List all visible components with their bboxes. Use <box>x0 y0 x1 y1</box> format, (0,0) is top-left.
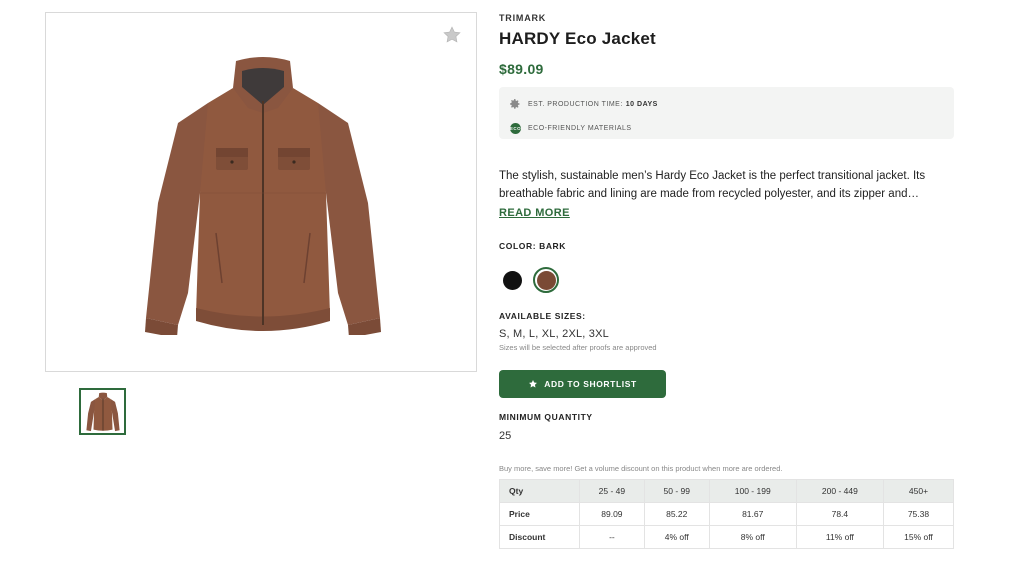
color-label: COLOR: BARK <box>499 241 567 251</box>
table-cell: 85.22 <box>643 502 710 526</box>
swatch-bark-fill <box>536 270 556 290</box>
favorite-star-icon[interactable] <box>442 25 462 45</box>
add-to-shortlist-button[interactable]: ADD TO SHORTLIST <box>499 370 666 398</box>
sizes-list: S, M, L, XL, 2XL, 3XL <box>499 328 609 340</box>
table-cell: -- <box>579 525 645 549</box>
product-info: TRIMARK HARDY Eco Jacket $89.09 EST. PRO… <box>499 10 955 549</box>
table-cell: 89.09 <box>579 502 645 526</box>
sizes-note: Sizes will be selected after proofs are … <box>499 343 657 352</box>
pricing-header-row: Qty 25 - 49 50 - 99 100 - 199 200 - 449 … <box>499 479 955 503</box>
product-title: HARDY Eco Jacket <box>499 29 656 48</box>
features-box: EST. PRODUCTION TIME: 10 DAYS ECO ECO-FR… <box>499 87 954 139</box>
table-header-cell: 200 - 449 <box>795 479 884 503</box>
read-more-link[interactable]: READ MORE <box>499 207 570 219</box>
color-swatch-black[interactable] <box>499 267 525 293</box>
volume-discount-note: Buy more, save more! Get a volume discou… <box>499 464 783 473</box>
production-time-label: EST. PRODUCTION TIME: <box>528 100 623 108</box>
eco-materials-row: ECO ECO-FRIENDLY MATERIALS <box>509 119 944 137</box>
sizes-label: AVAILABLE SIZES: <box>499 311 586 321</box>
production-time-row: EST. PRODUCTION TIME: 10 DAYS <box>509 95 944 113</box>
production-time-value: 10 DAYS <box>625 100 658 108</box>
gear-icon <box>510 99 520 109</box>
table-header-cell: 100 - 199 <box>708 479 797 503</box>
table-header-cell: 450+ <box>882 479 955 503</box>
product-price: $89.09 <box>499 61 544 77</box>
table-header-cell: 50 - 99 <box>643 479 710 503</box>
table-header-cell: Qty <box>499 479 580 503</box>
table-cell: Discount <box>499 525 580 549</box>
eco-materials-label: ECO-FRIENDLY MATERIALS <box>528 124 632 132</box>
star-icon <box>529 380 538 388</box>
product-thumbnail[interactable] <box>79 388 126 435</box>
table-cell: 15% off <box>882 525 955 549</box>
table-row-discount: Discount -- 4% off 8% off 11% off 15% of… <box>499 525 955 549</box>
color-swatch-bark[interactable] <box>533 267 559 293</box>
table-cell: 75.38 <box>882 502 955 526</box>
product-image-panel <box>45 12 477 372</box>
table-cell: 8% off <box>708 525 797 549</box>
color-swatches <box>499 267 954 293</box>
table-cell: 78.4 <box>795 502 884 526</box>
min-quantity-value: 25 <box>499 430 512 442</box>
pricing-table: Qty 25 - 49 50 - 99 100 - 199 200 - 449 … <box>499 479 955 549</box>
min-quantity-label: MINIMUM QUANTITY <box>499 412 593 422</box>
product-main-image <box>145 57 381 335</box>
table-cell: 4% off <box>643 525 710 549</box>
table-cell: 81.67 <box>708 502 797 526</box>
thumbnail-image <box>85 392 120 431</box>
table-cell: 11% off <box>795 525 884 549</box>
eco-leaf-icon: ECO <box>510 122 521 134</box>
table-cell: Price <box>499 502 580 526</box>
shortlist-button-label: ADD TO SHORTLIST <box>544 379 637 389</box>
brand-name: TRIMARK <box>499 13 547 23</box>
swatch-black-fill <box>502 270 522 290</box>
product-description: The stylish, sustainable men’s Hardy Eco… <box>499 170 926 200</box>
table-row-price: Price 89.09 85.22 81.67 78.4 75.38 <box>499 502 955 526</box>
table-header-cell: 25 - 49 <box>579 479 645 503</box>
